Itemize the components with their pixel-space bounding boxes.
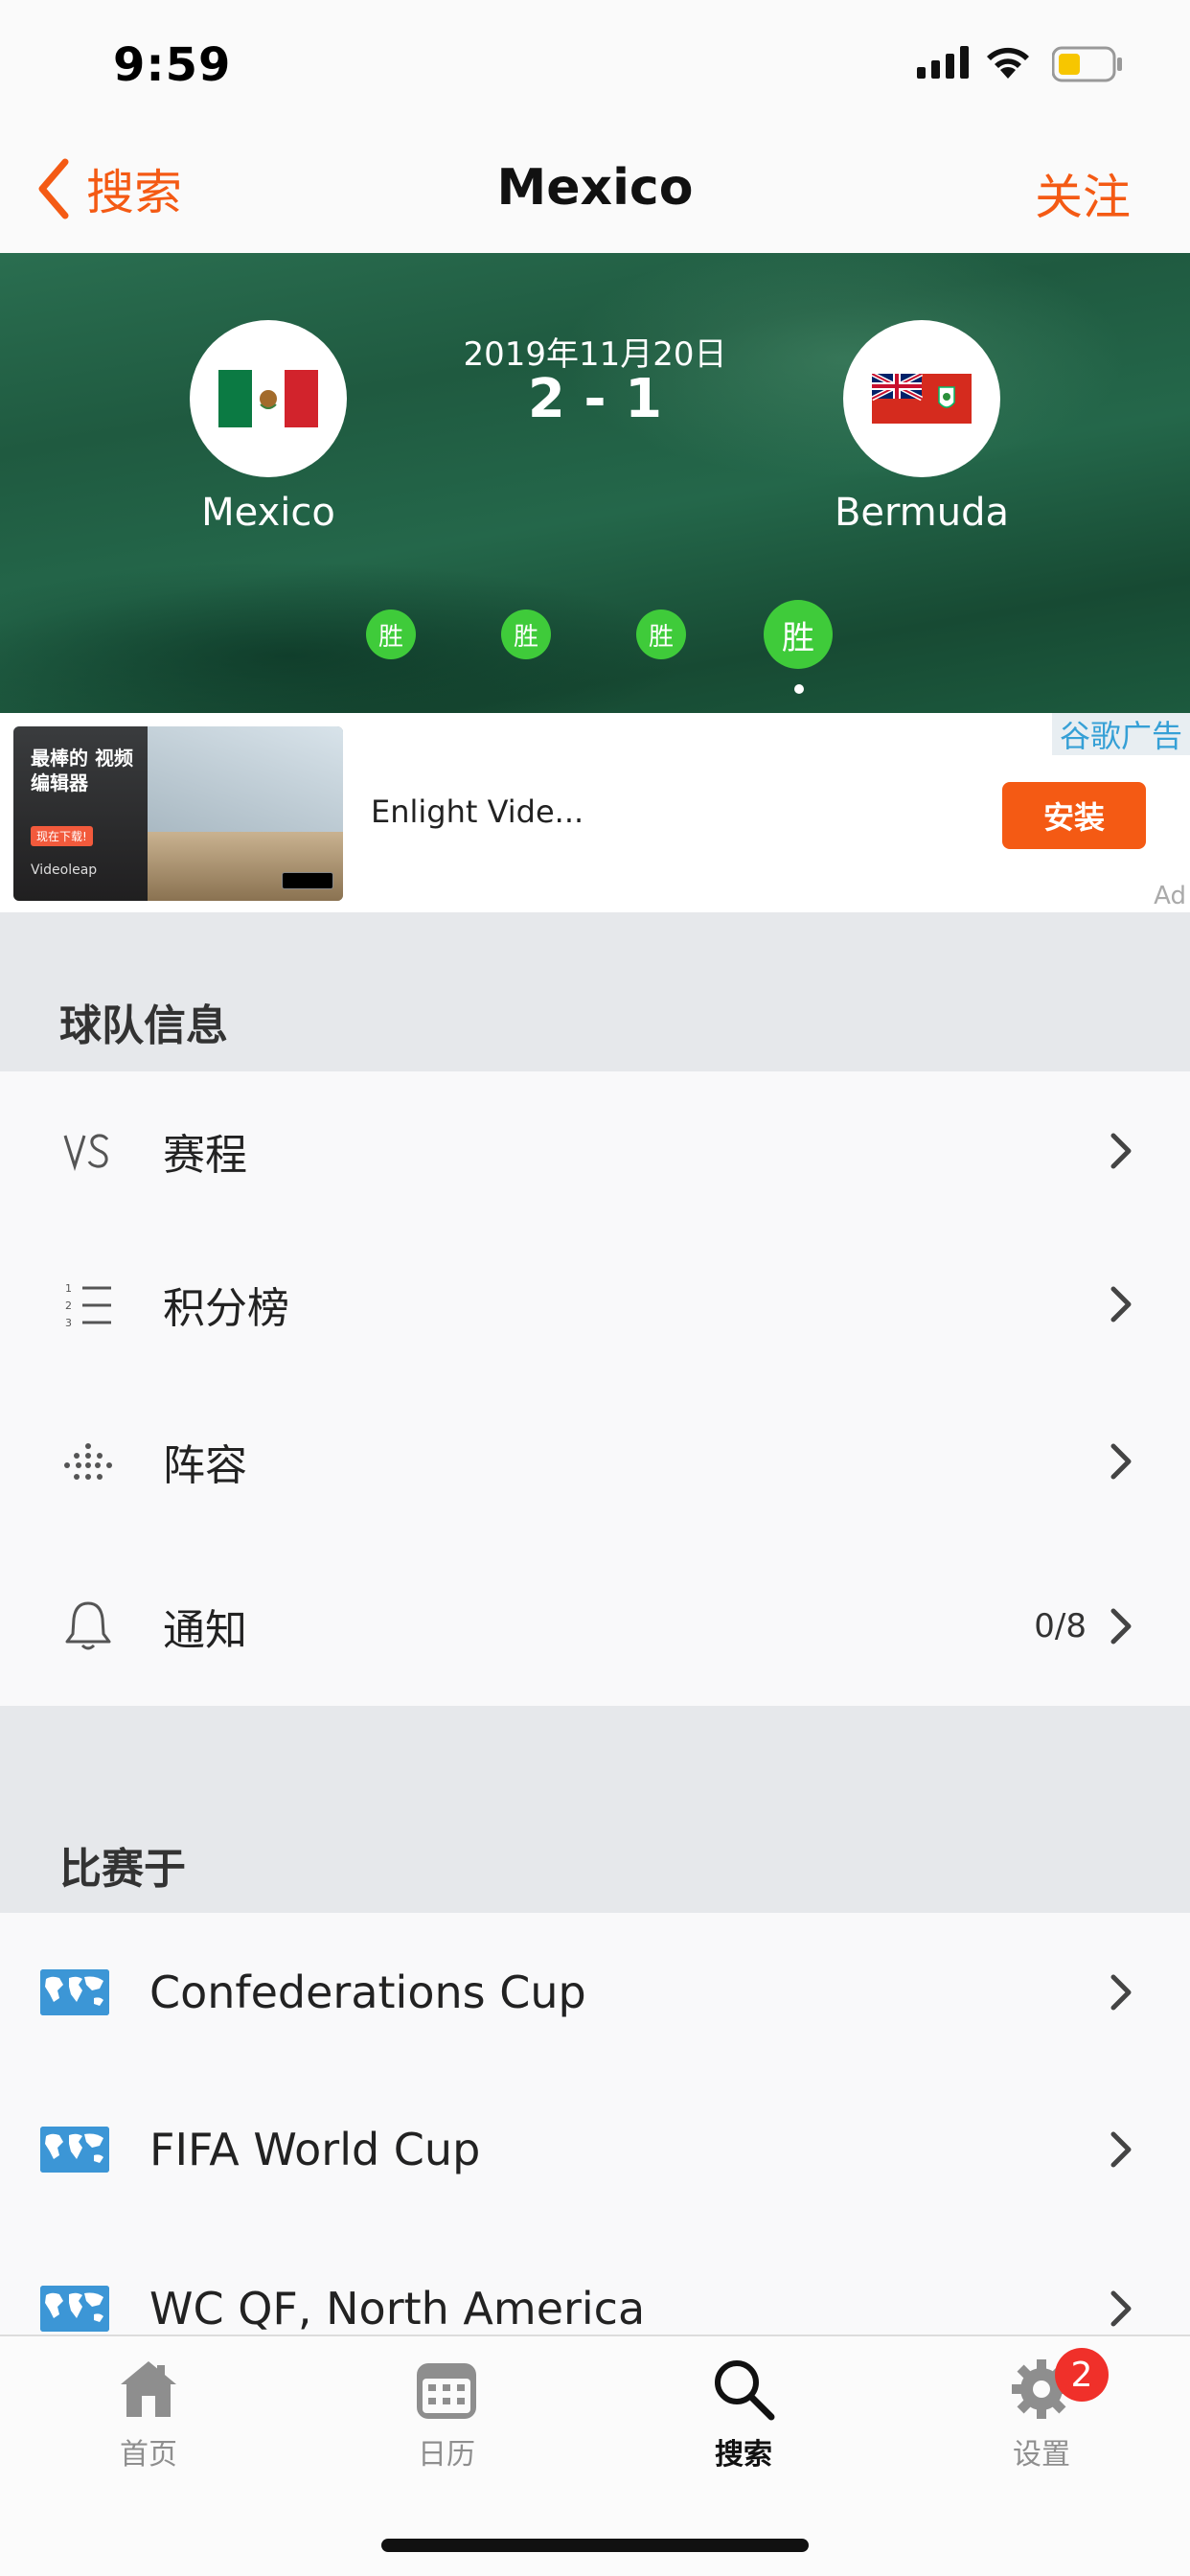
list-item-wc-qf-north-america[interactable]: WC QF, North America (0, 2229, 1190, 2334)
competition-label: FIFA World Cup (149, 2124, 481, 2175)
chevron-right-icon (1110, 2131, 1132, 2168)
wifi-icon (987, 47, 1029, 79)
ad-image-chip: 现在下载! (31, 826, 93, 846)
ad-install-button[interactable]: 安装 (1002, 782, 1146, 849)
home-team-name: Mexico (201, 491, 335, 535)
tab-calendar[interactable]: 日历 (360, 2356, 533, 2472)
tab-search-label: 搜索 (715, 2438, 772, 2472)
ad-title[interactable]: Enlight Vide... (371, 794, 584, 830)
nav-bar: 搜索 Mexico 关注 (0, 125, 1190, 253)
tab-search[interactable]: 搜索 (657, 2356, 830, 2472)
tab-home[interactable]: 首页 (62, 2356, 235, 2472)
follow-button[interactable]: 关注 (1035, 159, 1131, 228)
chevron-right-icon (1110, 1608, 1132, 1644)
list-item-confederations-cup[interactable]: Confederations Cup (0, 1913, 1190, 2072)
ad-image-brand: Videoleap (31, 862, 98, 878)
world-map-icon (40, 1969, 109, 2015)
cellular-signal-icon (917, 46, 969, 79)
home-indicator[interactable] (381, 2539, 809, 2552)
status-bar: 9:59 (0, 0, 1190, 125)
away-team-logo[interactable] (843, 320, 1000, 477)
competitions-title: 比赛于 (59, 1845, 186, 1894)
team-info-title: 球队信息 (59, 1001, 228, 1050)
tab-settings-label: 设置 (1013, 2438, 1070, 2472)
svg-text:2: 2 (65, 1300, 72, 1312)
page-title: Mexico (496, 159, 694, 217)
ad-image-text: 最棒的 视频 编辑器 (31, 747, 133, 794)
competition-label: Confederations Cup (149, 1966, 586, 2018)
standings-label: 积分榜 (163, 1284, 289, 1333)
search-icon (715, 2360, 775, 2421)
ad-image[interactable]: 最棒的 视频 编辑器 现在下载! Videoleap (13, 726, 343, 901)
list-item-standings[interactable]: 1 2 3 积分榜 (0, 1225, 1190, 1384)
google-ads-label[interactable]: 谷歌广告 (1051, 713, 1190, 755)
svg-text:3: 3 (65, 1317, 72, 1328)
team-info-header: 球队信息 (0, 912, 1190, 1071)
match-score: 2 - 1 (527, 368, 663, 430)
calendar-icon (417, 2363, 476, 2419)
competition-label: WC QF, North America (149, 2283, 646, 2334)
form-result-2: 胜 (501, 610, 551, 659)
chevron-right-icon (1110, 1974, 1132, 2011)
match-hero[interactable]: Mexico 2019年11月20日 2 - 1 Bermuda 胜 胜 胜 胜 (0, 253, 1190, 713)
list-item-fixtures[interactable]: 赛程 (0, 1071, 1190, 1230)
chevron-right-icon (1110, 1133, 1132, 1169)
list-item-notifications[interactable]: 通知 0/8 (0, 1547, 1190, 1706)
form-result-3: 胜 (636, 610, 686, 659)
away-team-name: Bermuda (834, 491, 1009, 535)
fixtures-label: 赛程 (163, 1131, 247, 1180)
lineup-dots-icon (61, 1435, 115, 1488)
chevron-right-icon (1110, 1443, 1132, 1480)
notification-badge: 2 (1055, 2348, 1109, 2402)
list-item-fifa-world-cup[interactable]: FIFA World Cup (0, 2070, 1190, 2229)
bermuda-flag-icon (872, 374, 972, 424)
squad-label: 阵容 (163, 1441, 247, 1490)
competitions-header: 比赛于 (0, 1706, 1190, 1913)
form-result-1: 胜 (366, 610, 416, 659)
tab-settings[interactable]: 设置 2 (955, 2348, 1128, 2472)
chevron-right-icon (1110, 2290, 1132, 2327)
world-map-icon (40, 2286, 109, 2332)
competitions-list: Confederations Cup FIFA World Cup WC QF,… (0, 1913, 1190, 2334)
standings-list-icon: 1 2 3 (61, 1277, 115, 1331)
home-icon (121, 2361, 176, 2417)
chevron-right-icon (1110, 1286, 1132, 1322)
ad-label: Ad (1154, 882, 1186, 910)
world-map-icon (40, 2127, 109, 2173)
ad-image-sky (138, 726, 343, 841)
app-store-badge-icon (282, 872, 333, 889)
team-info-list: 赛程 1 2 3 积分榜 阵容 通知 0/8 (0, 1071, 1190, 1706)
notifications-count: 0/8 (1034, 1607, 1087, 1645)
notifications-label: 通知 (163, 1606, 247, 1655)
tab-home-label: 首页 (120, 2438, 177, 2472)
form-result-4: 胜 (764, 600, 833, 669)
ad-image-ground (138, 832, 343, 901)
status-time: 9:59 (113, 38, 232, 92)
battery-icon (1052, 46, 1122, 82)
tab-calendar-label: 日历 (418, 2438, 475, 2472)
bell-icon (61, 1599, 115, 1653)
vs-icon (61, 1124, 115, 1178)
ad-banner[interactable]: 最棒的 视频 编辑器 现在下载! Videoleap Enlight Vide.… (0, 713, 1190, 912)
page-indicator-dot (794, 684, 804, 694)
svg-text:1: 1 (65, 1282, 72, 1295)
list-item-squad[interactable]: 阵容 (0, 1382, 1190, 1541)
